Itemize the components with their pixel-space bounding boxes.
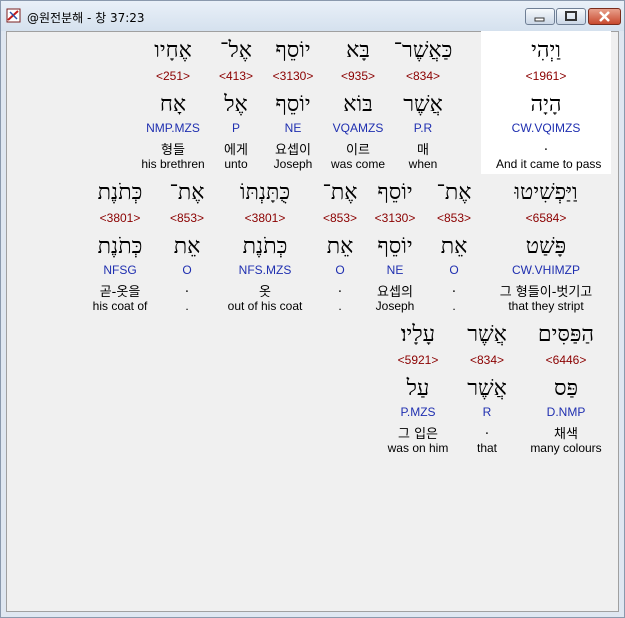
- close-icon: [599, 11, 610, 22]
- minimize-button[interactable]: [525, 8, 555, 25]
- korean-gloss: 그 형들이-벗기고: [499, 285, 593, 300]
- window-title: @원전분해 - 창 37:23: [27, 11, 145, 25]
- korean-gloss: .: [543, 139, 549, 154]
- word-card[interactable]: עָלָיו׃ <5921> עַל P.MZS 그 입은 was on him: [368, 322, 468, 459]
- english-gloss: And it came to pass: [496, 157, 602, 171]
- hebrew-word: כְּתֹנֶת: [97, 180, 143, 205]
- word-card[interactable]: כְּתֹנֶת <3801> כְּתֹנֶת NFSG 곧-옷을 his coat o…: [70, 180, 170, 317]
- close-button[interactable]: [588, 8, 621, 25]
- parsing-code: CW.VQIMZS: [511, 121, 581, 135]
- english-gloss: that they stript: [508, 299, 584, 313]
- lexeme: עַל: [406, 376, 430, 401]
- lexeme: כְּתֹנֶת: [97, 234, 143, 259]
- word-card[interactable]: וַיַּפְשִׁיטוּ <6584> פָּשַׁט CW.VHIMZP 그 형들…: [496, 180, 596, 317]
- hebrew-word: וַיַּפְשִׁיטוּ: [514, 180, 578, 205]
- english-gloss: his brethren: [141, 157, 205, 171]
- strongs-number[interactable]: <6584>: [496, 211, 596, 225]
- maximize-icon: [565, 11, 577, 21]
- strongs-number[interactable]: <3801>: [70, 211, 170, 225]
- korean-gloss: 곧-옷을: [99, 285, 141, 300]
- word-card[interactable]: אֶחָיו <251> אָח NMP.MZS 형들 his brethren: [123, 38, 223, 175]
- hebrew-word: עָלָיו׃: [400, 322, 436, 347]
- parsing-code: NFSG: [103, 263, 137, 277]
- strongs-number[interactable]: <251>: [123, 69, 223, 83]
- korean-gloss: 그 입은: [397, 427, 438, 442]
- lexeme: פָּשַׁט: [525, 234, 567, 259]
- lexeme: אָח: [159, 92, 187, 117]
- title-bar[interactable]: @원전분해 - 창 37:23: [1, 1, 624, 31]
- korean-gloss: 형들: [161, 143, 185, 158]
- minimize-icon: [534, 17, 545, 22]
- app-icon: [6, 8, 21, 23]
- hebrew-word: אֶחָיו: [154, 38, 192, 63]
- parsing-code: CW.VHIMZP: [512, 263, 580, 277]
- app-window: @원전분해 - 창 37:23 וַיְהִי <1961> הָיָה CW.VQI…: [0, 0, 625, 618]
- english-gloss: his coat of: [92, 299, 148, 313]
- parsing-code: P.MZS: [400, 405, 436, 419]
- maximize-button[interactable]: [556, 8, 586, 25]
- strongs-number[interactable]: <1961>: [496, 69, 596, 83]
- lexeme: הָיָה: [530, 92, 562, 117]
- word-card[interactable]: וַיְהִי <1961> הָיָה CW.VQIMZS. And it came …: [496, 38, 602, 175]
- parsing-code: NMP.MZS: [146, 121, 200, 135]
- english-gloss: was on him: [387, 441, 449, 455]
- hebrew-word: וַיְהִי: [531, 38, 561, 63]
- strongs-number[interactable]: <5921>: [368, 353, 468, 367]
